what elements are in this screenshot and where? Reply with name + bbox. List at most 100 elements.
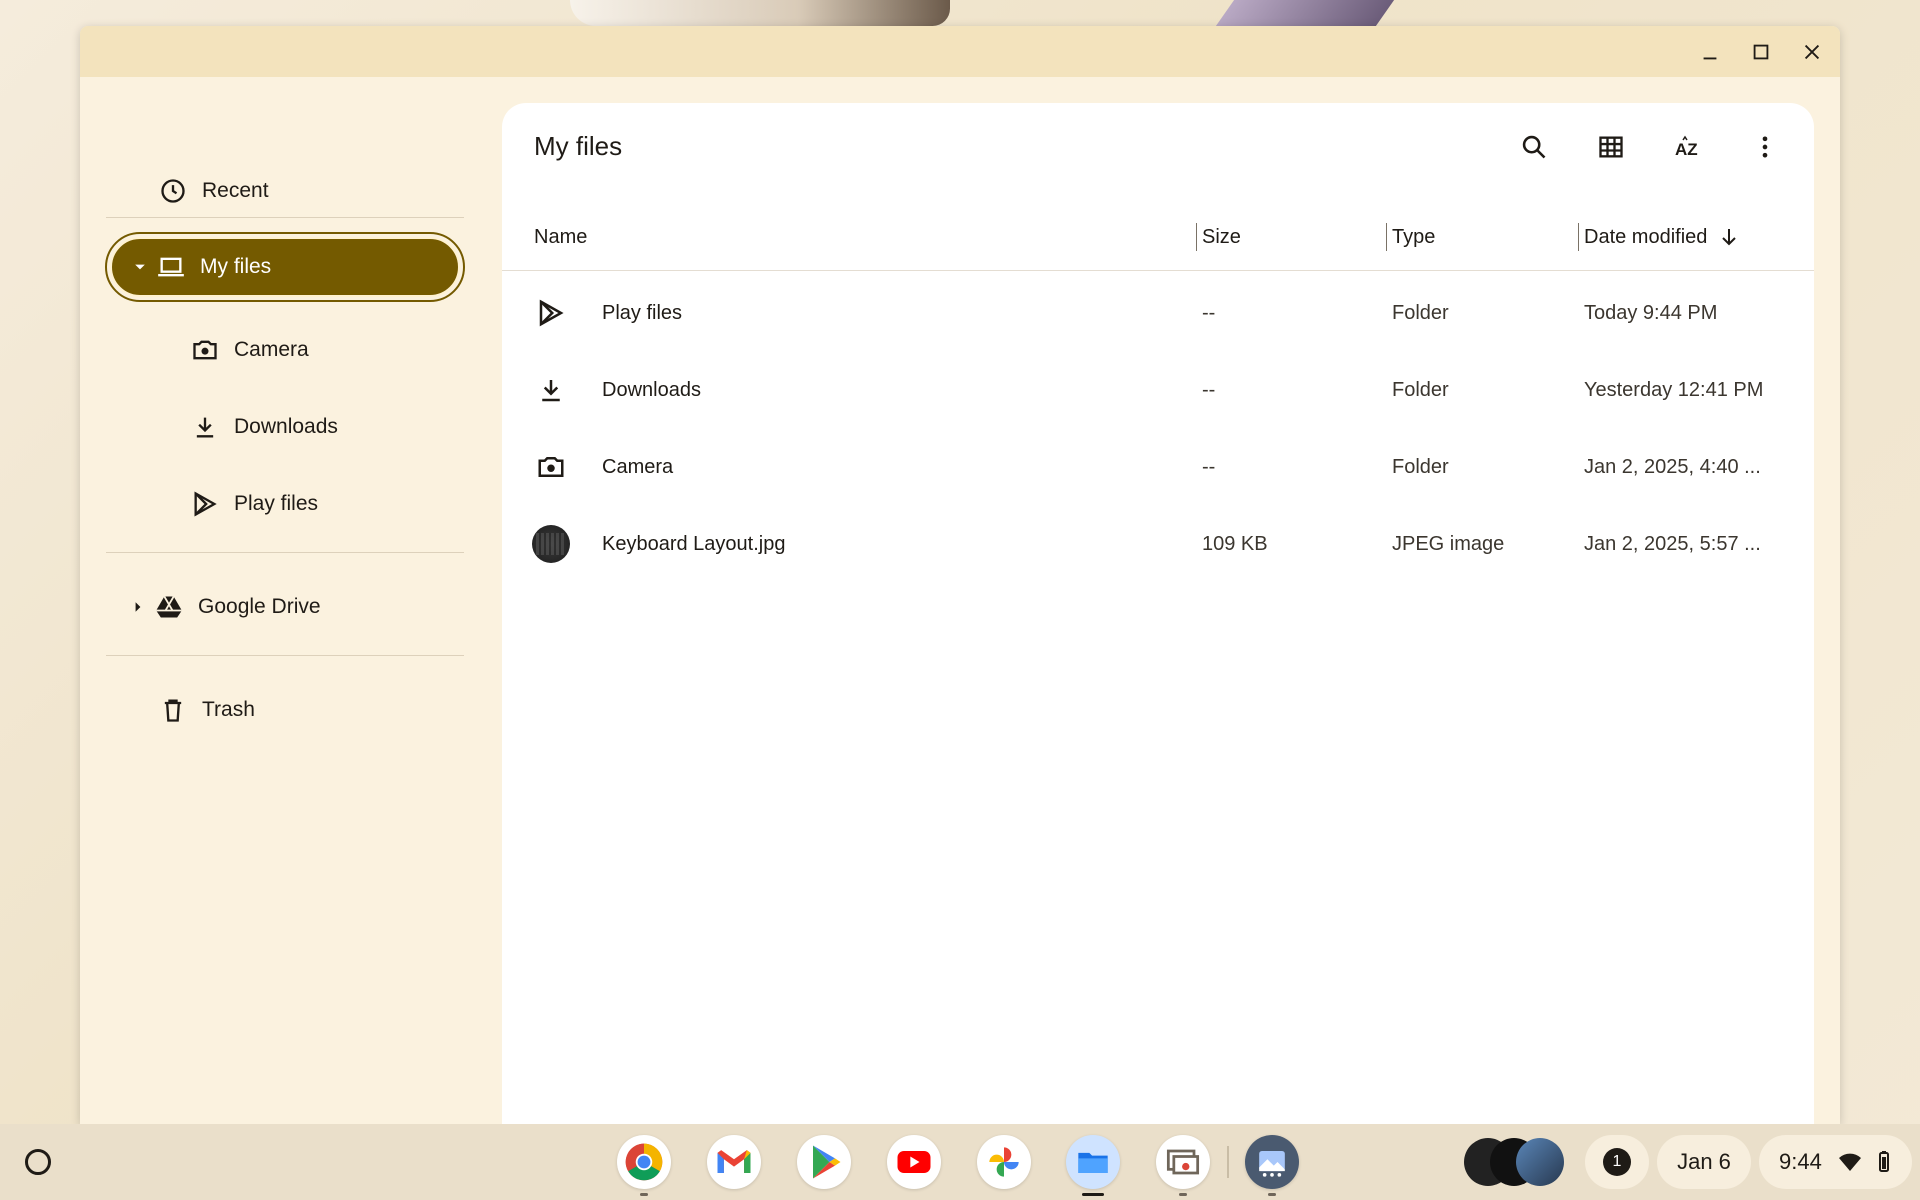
clock-time: 9:44 (1779, 1149, 1822, 1174)
sidebar-item-camera[interactable]: Camera (190, 320, 309, 380)
minimize-icon (1703, 57, 1717, 60)
google-drive-icon (154, 592, 184, 622)
sidebar-item-google-drive[interactable]: Google Drive (130, 577, 321, 637)
title-bar[interactable] (80, 26, 1840, 77)
sidebar-item-recent[interactable]: Recent (158, 161, 269, 221)
sidebar: Recent My files Camera Downloads Play fi… (80, 77, 500, 1124)
chevron-down-icon[interactable] (132, 261, 148, 273)
table-row[interactable]: Keyboard Layout.jpg 109 KB JPEG image Ja… (502, 506, 1814, 582)
camera-icon (190, 335, 220, 365)
file-size: -- (1202, 378, 1216, 401)
column-header-type[interactable]: Type (1392, 203, 1435, 271)
sidebar-item-trash[interactable]: Trash (158, 680, 255, 740)
gmail-icon[interactable] (707, 1135, 761, 1189)
shelf: 1 Jan 6 9:44 (0, 1124, 1920, 1200)
maximize-icon (1753, 44, 1769, 60)
minimize-button[interactable] (1694, 36, 1726, 68)
holding-space-tray[interactable] (1460, 1135, 1568, 1189)
camera-icon (530, 429, 572, 505)
file-size: -- (1202, 301, 1216, 324)
column-header-label: Date modified (1584, 225, 1708, 248)
divider (106, 217, 464, 218)
file-size: -- (1202, 455, 1216, 478)
column-resize-handle[interactable] (1196, 223, 1197, 251)
photos-icon[interactable] (977, 1135, 1031, 1189)
file-type: Folder (1392, 301, 1449, 324)
running-indicator (1179, 1193, 1187, 1196)
file-date-modified: Yesterday 12:41 PM (1584, 378, 1764, 401)
table-row[interactable]: Play files -- Folder Today 9:44 PM (502, 275, 1814, 351)
close-icon (1804, 44, 1820, 60)
notification-count-badge: 1 (1603, 1148, 1631, 1176)
file-name: Camera (602, 455, 674, 478)
file-name: Play files (602, 301, 683, 324)
battery-icon (1878, 1151, 1889, 1172)
grid-view-icon (1599, 136, 1623, 158)
wallpaper-shape (570, 0, 950, 26)
trash-icon (158, 695, 188, 725)
download-icon (530, 352, 572, 428)
file-name: Keyboard Layout.jpg (602, 532, 786, 555)
file-size: 109 KB (1202, 532, 1268, 555)
launcher-button[interactable] (20, 1144, 56, 1180)
file-date-modified: Today 9:44 PM (1584, 301, 1718, 324)
maximize-button[interactable] (1745, 36, 1777, 68)
search-icon (1522, 135, 1546, 159)
sidebar-item-label: Play files (234, 492, 319, 515)
download-icon (190, 412, 220, 442)
status-area[interactable]: 9:44 (1759, 1135, 1912, 1189)
play-files-icon (530, 275, 572, 351)
file-date-modified: Jan 2, 2025, 5:57 ... (1584, 532, 1761, 555)
grid-view-button[interactable] (1589, 125, 1633, 169)
screen-capture-icon[interactable] (1156, 1135, 1210, 1189)
wifi-icon (1838, 1153, 1861, 1171)
sidebar-item-label: My files (200, 255, 272, 278)
sidebar-item-label: Trash (202, 698, 255, 721)
sidebar-item-downloads[interactable]: Downloads (190, 397, 338, 457)
image-thumbnail (530, 506, 572, 582)
files-app-window: Recent My files Camera Downloads Play fi… (80, 26, 1840, 1124)
notification-center-button[interactable]: 1 (1585, 1135, 1649, 1189)
clock-icon (158, 176, 188, 206)
sidebar-item-my-files[interactable]: My files (105, 232, 465, 302)
search-button[interactable] (1512, 125, 1556, 169)
table-row[interactable]: Downloads -- Folder Yesterday 12:41 PM (502, 352, 1814, 428)
svg-text:AZ: AZ (1675, 140, 1698, 159)
sidebar-item-label: Recent (202, 179, 269, 202)
column-resize-handle[interactable] (1386, 223, 1387, 251)
file-list-panel: My files AZ Name Size Type Date modified (502, 103, 1814, 1124)
file-name: Downloads (602, 378, 701, 401)
sidebar-item-play-files[interactable]: Play files (190, 474, 318, 534)
active-indicator (1082, 1193, 1104, 1196)
divider (106, 655, 464, 656)
close-button[interactable] (1796, 36, 1828, 68)
column-header-row: Name Size Type Date modified (502, 203, 1814, 271)
chevron-right-icon[interactable] (130, 601, 146, 613)
files-icon[interactable] (1066, 1135, 1120, 1189)
date-tray[interactable]: Jan 6 (1657, 1135, 1751, 1189)
table-row[interactable]: Camera -- Folder Jan 2, 2025, 4:40 ... (502, 429, 1814, 505)
more-options-button[interactable] (1743, 125, 1787, 169)
column-header-name[interactable]: Name (534, 203, 587, 271)
more-vert-icon (1762, 136, 1768, 158)
play-files-icon (190, 489, 220, 519)
running-indicator (1268, 1193, 1276, 1196)
play-store-icon[interactable] (797, 1135, 851, 1189)
arrow-down-icon (1722, 229, 1737, 246)
gallery-icon[interactable] (1245, 1135, 1299, 1189)
column-header-size[interactable]: Size (1202, 203, 1241, 271)
sort-az-icon: AZ (1675, 135, 1698, 159)
sidebar-item-label: Camera (234, 338, 309, 361)
column-resize-handle[interactable] (1578, 223, 1579, 251)
sort-button[interactable]: AZ (1666, 125, 1710, 169)
file-type: Folder (1392, 455, 1449, 478)
sidebar-item-label: Google Drive (198, 595, 321, 618)
sidebar-item-label: Downloads (234, 415, 338, 438)
page-title: My files (534, 131, 623, 161)
youtube-icon[interactable] (887, 1135, 941, 1189)
wallpaper-shape (1215, 0, 1395, 26)
column-header-date-modified[interactable]: Date modified (1584, 203, 1741, 271)
shelf-separator (1227, 1146, 1229, 1178)
divider (106, 552, 464, 553)
chrome-icon[interactable] (617, 1135, 671, 1189)
